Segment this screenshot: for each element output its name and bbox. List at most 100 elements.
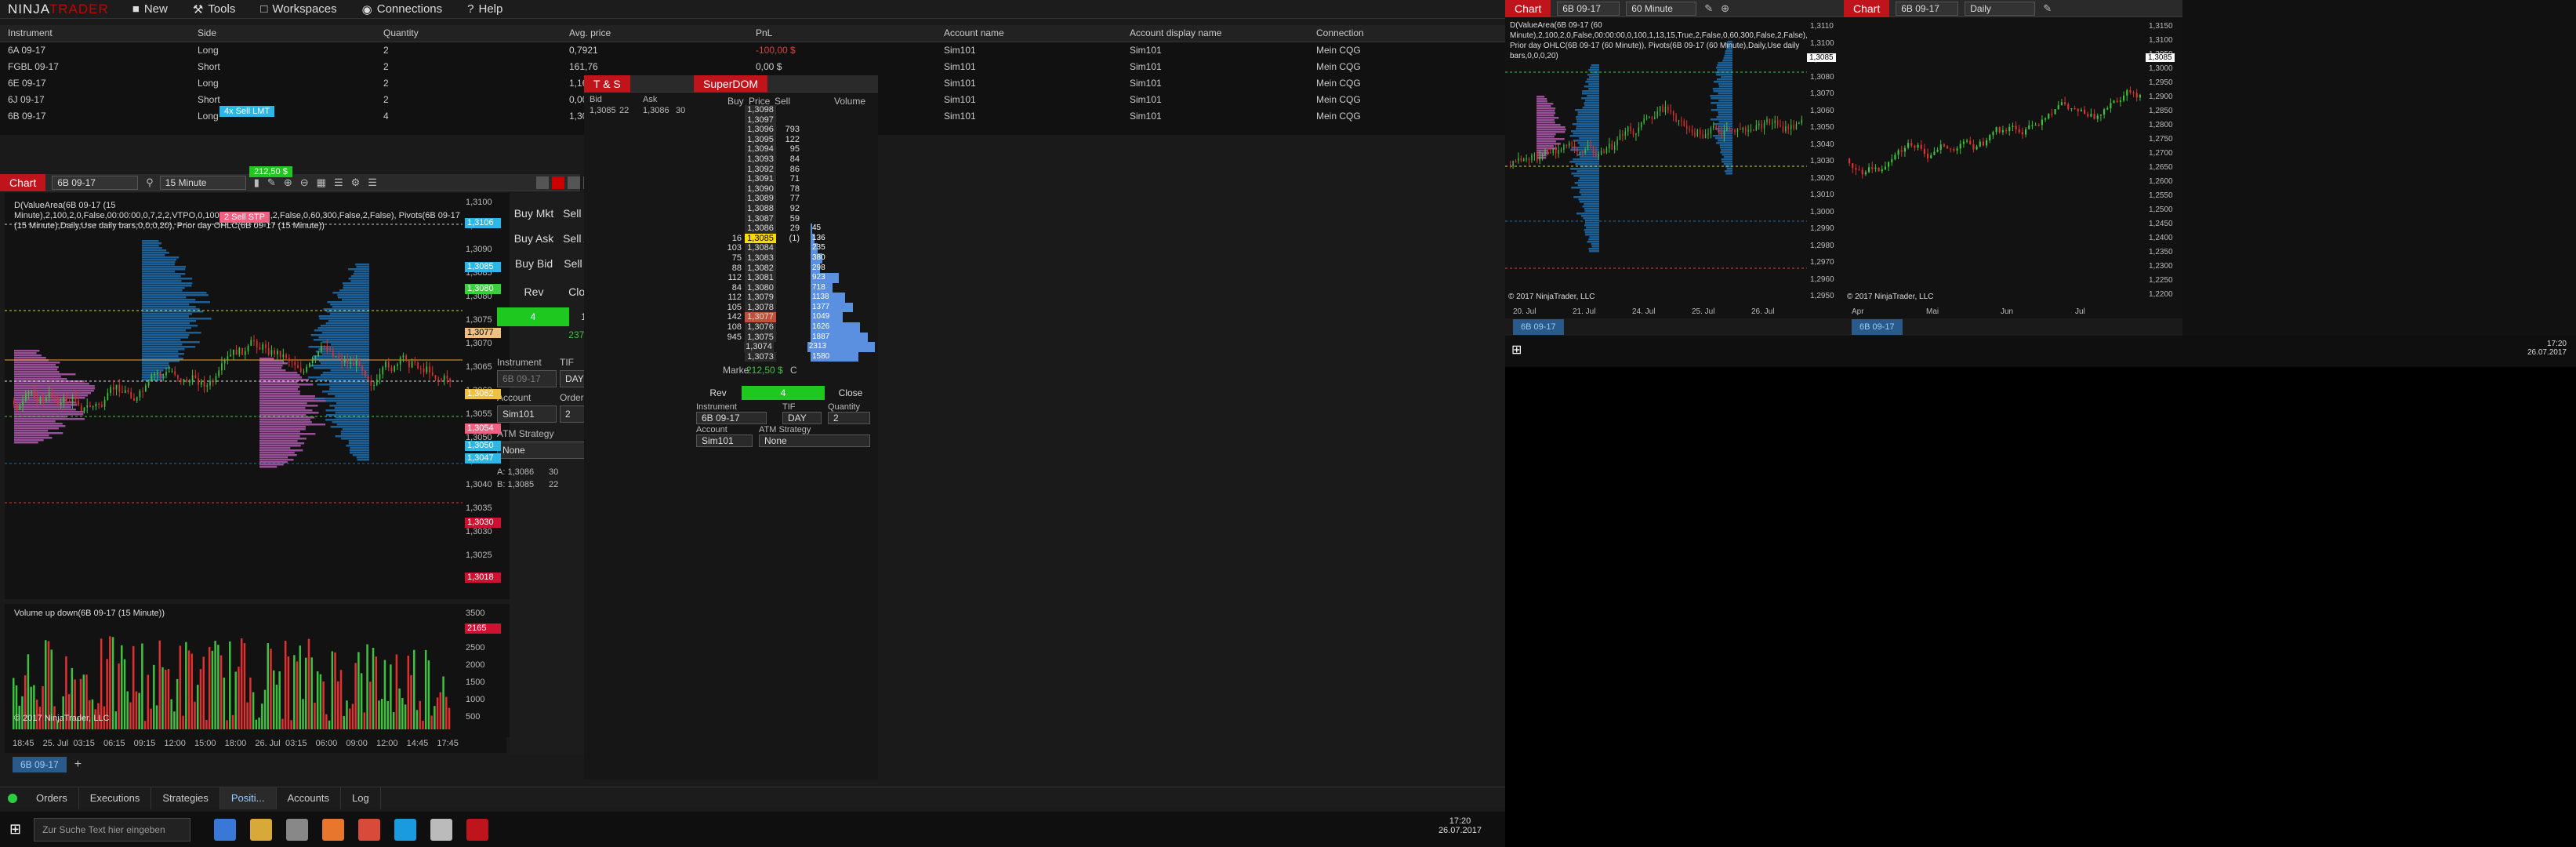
chart2-panel[interactable]: D(ValueArea(6B 09-17 (60 Minute),2,100,2… bbox=[1505, 17, 1807, 306]
dom-sell[interactable] bbox=[776, 105, 800, 115]
dom-buy[interactable] bbox=[721, 174, 742, 184]
dom-buy[interactable] bbox=[721, 165, 742, 175]
dom-buy[interactable]: 105 bbox=[721, 303, 742, 313]
dom-row[interactable]: 1,3090 78 bbox=[721, 184, 875, 194]
dom-row[interactable]: 142 1,3077 1049 bbox=[721, 312, 875, 323]
store-icon[interactable] bbox=[286, 818, 309, 841]
app-icon[interactable] bbox=[430, 818, 453, 841]
restore-button[interactable] bbox=[568, 176, 580, 189]
sell-stp-order-label[interactable]: 2 Sell STP bbox=[220, 212, 270, 223]
taskbar-search[interactable]: Zur Suche Text hier eingeben bbox=[34, 817, 191, 842]
zoom-in-icon[interactable]: ⊕ bbox=[284, 176, 292, 189]
taskbar-clock[interactable]: 17:20 26.07.2017 bbox=[1439, 816, 1482, 835]
skype-icon[interactable] bbox=[394, 818, 417, 841]
bar-type-icon[interactable]: ▮ bbox=[254, 176, 259, 189]
menu-connections[interactable]: ◉ Connections bbox=[350, 2, 455, 16]
dom-sell[interactable] bbox=[776, 273, 800, 283]
dom-sell[interactable] bbox=[776, 333, 800, 343]
col-header[interactable]: Quantity bbox=[376, 25, 561, 42]
chart2-instrument-select[interactable]: 6B 09-17 bbox=[1557, 1, 1620, 16]
ninjatrader-taskbar-icon[interactable] bbox=[466, 818, 489, 841]
dom-buy[interactable] bbox=[721, 105, 742, 115]
tab-orders[interactable]: Orders bbox=[25, 787, 79, 809]
chart2-interval-select[interactable]: 60 Minute bbox=[1626, 1, 1697, 16]
chart1-tab[interactable]: 6B 09-17 bbox=[13, 757, 67, 772]
sell-lmt-order-label[interactable]: 4x Sell LMT bbox=[220, 106, 275, 117]
draw-tool-icon[interactable]: ✎ bbox=[1704, 2, 1713, 15]
dom-sell[interactable] bbox=[776, 352, 800, 362]
position-row[interactable]: FGBL 09-17 Short 2 161,76 0,00 $ Sim101 Sim101… bbox=[0, 59, 1505, 75]
dom-sell[interactable]: 793 bbox=[776, 125, 800, 135]
dom-buy[interactable] bbox=[721, 144, 742, 154]
dom-sell[interactable]: 122 bbox=[776, 135, 800, 145]
dom-row[interactable]: 1,3087 59 bbox=[721, 213, 875, 224]
chart2-time-axis[interactable]: 20. Jul 21. Jul 24. Jul 25. Jul 26. Jul bbox=[1505, 306, 1844, 318]
menu-tools[interactable]: ⚒ Tools bbox=[180, 2, 248, 16]
tab-log[interactable]: Log bbox=[341, 787, 381, 809]
dom-tif-select[interactable]: DAY bbox=[782, 412, 822, 424]
dom-row[interactable]: 88 1,3082 298 bbox=[721, 263, 875, 274]
chart1-interval-select[interactable]: 15 Minute bbox=[159, 175, 246, 190]
strategies-icon[interactable]: ⚙ bbox=[351, 176, 361, 189]
dom-row[interactable]: 105 1,3078 1377 bbox=[721, 302, 875, 313]
dom-buy[interactable] bbox=[721, 204, 742, 214]
dom-buy[interactable] bbox=[721, 342, 741, 352]
chart3-instrument-select[interactable]: 6B 09-17 bbox=[1896, 1, 1959, 16]
dom-buy[interactable]: 112 bbox=[721, 273, 742, 283]
chart1-volume-panel[interactable]: Volume up down(6B 09-17 (15 Minute)) © 2… bbox=[5, 604, 463, 737]
dom-row[interactable]: 1,3098 bbox=[721, 105, 875, 115]
dom-sell[interactable]: 84 bbox=[776, 154, 800, 165]
buy-mkt-button[interactable]: Buy Mkt bbox=[511, 202, 557, 226]
account-select[interactable]: Sim101 bbox=[497, 405, 557, 423]
dom-row[interactable]: 112 1,3081 923 bbox=[721, 273, 875, 283]
instrument-field[interactable]: 6B 09-17 bbox=[497, 370, 557, 387]
chart1-price-panel[interactable]: D(ValueArea(6B 09-17 (15 Minute),2,100,2… bbox=[5, 193, 463, 599]
chart2-tab[interactable]: 6B 09-17 bbox=[1513, 319, 1564, 335]
dom-sell[interactable] bbox=[776, 322, 800, 333]
menu-workspaces[interactable]: □ Workspaces bbox=[248, 2, 349, 16]
dom-buy[interactable] bbox=[721, 135, 742, 145]
taskbar-clock-right[interactable]: 17:20 26.07.2017 bbox=[2527, 340, 2567, 357]
dom-row[interactable]: 945 1,3075 1887 bbox=[721, 332, 875, 343]
col-header[interactable]: Account display name bbox=[1122, 25, 1308, 42]
dom-buy[interactable]: 75 bbox=[721, 253, 742, 264]
dom-buy[interactable] bbox=[721, 214, 742, 224]
dom-buy[interactable] bbox=[721, 224, 742, 234]
dom-account-select[interactable]: Sim101 bbox=[696, 434, 753, 447]
col-header[interactable]: Account name bbox=[936, 25, 1122, 42]
dom-qty-stepper[interactable]: 2 bbox=[828, 412, 870, 424]
menu-help[interactable]: ? Help bbox=[455, 2, 515, 16]
col-header[interactable]: Side bbox=[190, 25, 376, 42]
dom-rev-button[interactable]: Rev bbox=[696, 384, 740, 403]
dom-sell[interactable]: (1) bbox=[776, 234, 800, 244]
col-header[interactable]: Avg. price bbox=[561, 25, 748, 42]
firefox-icon[interactable] bbox=[322, 818, 345, 841]
search-icon[interactable]: ⚲ bbox=[146, 176, 154, 189]
data-box-icon[interactable]: ▦ bbox=[317, 176, 326, 189]
dom-row[interactable]: 1,3088 92 bbox=[721, 203, 875, 214]
superdom-ladder[interactable]: 1,3098 1,3097 1,3096 793 1,3095 122 1,3094 95 1,… bbox=[721, 105, 876, 364]
position-row[interactable]: 6A 09-17 Long 2 0,7921 -100,00 $ Sim101 Sim101… bbox=[0, 42, 1505, 59]
dom-sell[interactable] bbox=[776, 243, 800, 253]
zoom-out-icon[interactable]: ⊖ bbox=[300, 176, 309, 189]
dom-buy[interactable] bbox=[721, 115, 742, 125]
dom-buy[interactable]: 16 bbox=[721, 234, 742, 244]
dom-buy[interactable]: 108 bbox=[721, 322, 742, 333]
position-pnl-label[interactable]: 212,50 $ bbox=[249, 166, 292, 177]
dom-sell[interactable]: 71 bbox=[776, 174, 800, 184]
draw-tool-icon[interactable]: ✎ bbox=[267, 176, 276, 189]
dom-buy[interactable]: 103 bbox=[721, 243, 742, 253]
properties-icon[interactable]: ☰ bbox=[368, 176, 377, 189]
dom-atm-select[interactable]: None bbox=[759, 434, 870, 447]
draw-tool-icon[interactable]: ✎ bbox=[2043, 2, 2052, 15]
atm-select[interactable]: None bbox=[497, 442, 591, 459]
dom-sell[interactable]: 95 bbox=[776, 144, 800, 154]
chart2-tag[interactable]: Chart bbox=[1505, 0, 1551, 17]
dom-buy[interactable]: 84 bbox=[721, 283, 742, 293]
zoom-in-icon[interactable]: ⊕ bbox=[1721, 2, 1729, 15]
dom-buy[interactable]: 142 bbox=[721, 312, 742, 322]
dom-row[interactable]: 112 1,3079 1138 bbox=[721, 293, 875, 303]
dom-sell[interactable] bbox=[774, 342, 796, 352]
dom-row[interactable]: 75 1,3083 380 bbox=[721, 253, 875, 264]
chart1-instrument-select[interactable]: 6B 09-17 bbox=[52, 175, 139, 190]
